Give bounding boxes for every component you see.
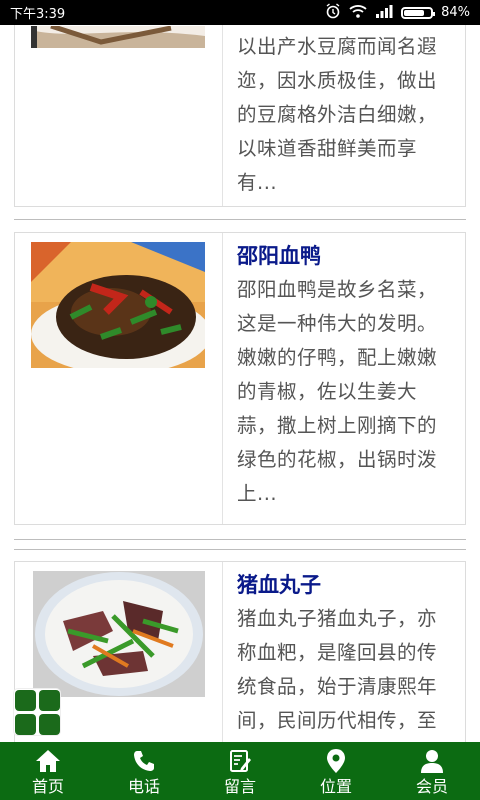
desc-line: 上... xyxy=(237,482,278,505)
nav-home[interactable]: 首页 xyxy=(0,742,96,800)
article-desc: 猪血丸子猪血丸子，亦 称血粑，是隆回县的传 统食品，始于清康熙年 间，民间历代相… xyxy=(237,602,455,738)
article-text: 猪血丸子 猪血丸子猪血丸子，亦 称血粑，是隆回县的传 统食品，始于清康熙年 间，… xyxy=(223,562,465,742)
article-image[interactable] xyxy=(31,26,205,48)
article-text: 以出产水豆腐而闻名遐 迩，因水质极佳，做出 的豆腐格外洁白细嫩， 以味道香甜鲜美… xyxy=(223,25,465,206)
desc-line: 蒜，撒上树上刚摘下的 xyxy=(237,414,438,437)
grid-cell xyxy=(38,689,60,711)
grid-cell xyxy=(14,689,36,711)
status-time: 下午3:39 xyxy=(10,7,66,22)
battery-icon xyxy=(401,6,436,19)
article-image[interactable] xyxy=(33,571,205,697)
article-desc: 邵阳血鸭是故乡名菜， 这是一种伟大的发明。 嫩嫩的仔鸭，配上嫩嫩 的青椒，佐以生… xyxy=(237,273,455,511)
divider xyxy=(14,539,466,540)
article-image[interactable] xyxy=(31,242,205,368)
article-list: 以出产水豆腐而闻名遐 迩，因水质极佳，做出 的豆腐格外洁白细嫩， 以味道香甜鲜美… xyxy=(0,25,480,742)
desc-line: 的青椒，佐以生姜大 xyxy=(237,380,418,403)
article-text: 邵阳血鸭 邵阳血鸭是故乡名菜， 这是一种伟大的发明。 嫩嫩的仔鸭，配上嫩嫩 的青… xyxy=(223,233,465,524)
nav-label: 留言 xyxy=(223,776,256,796)
desc-line: 这是一种伟大的发明。 xyxy=(237,312,438,335)
home-icon xyxy=(34,747,62,775)
article-title[interactable]: 猪血丸子 xyxy=(237,568,455,602)
desc-line: 的豆腐格外洁白细嫩， xyxy=(237,103,438,126)
battery-percent: 84% xyxy=(441,5,470,20)
nav-label: 会员 xyxy=(415,776,448,796)
desc-line: 邵阳血鸭是故乡名菜， xyxy=(237,278,438,301)
desc-line: 嫩嫩的仔鸭，配上嫩嫩 xyxy=(237,346,438,369)
desc-line: 迩，因水质极佳，做出 xyxy=(237,69,438,92)
phone-icon xyxy=(130,747,158,775)
divider xyxy=(14,219,466,220)
desc-line: 称血粑，是隆回县的传 xyxy=(237,641,438,664)
nav-label: 首页 xyxy=(31,776,64,796)
alarm-icon xyxy=(325,2,341,23)
wifi-icon xyxy=(349,4,367,22)
grid-menu-button[interactable] xyxy=(14,689,60,735)
article-title[interactable]: 邵阳血鸭 xyxy=(237,239,455,273)
article-card[interactable]: 以出产水豆腐而闻名遐 迩，因水质极佳，做出 的豆腐格外洁白细嫩， 以味道香甜鲜美… xyxy=(14,25,466,207)
article-card[interactable]: 猪血丸子 猪血丸子猪血丸子，亦 称血粑，是隆回县的传 统食品，始于清康熙年 间，… xyxy=(14,561,466,742)
article-image-col xyxy=(15,233,223,524)
desc-line: 以出产水豆腐而闻名遐 xyxy=(237,35,438,58)
user-icon xyxy=(418,747,446,775)
nav-phone[interactable]: 电话 xyxy=(96,742,192,800)
signal-icon xyxy=(375,4,393,22)
desc-line: 统食品，始于清康熙年 xyxy=(237,675,438,698)
desc-line: 绿色的花椒，出锅时泼 xyxy=(237,448,438,471)
article-image-col xyxy=(15,25,223,206)
message-edit-icon xyxy=(226,747,254,775)
desc-line: 有... xyxy=(237,171,278,194)
nav-label: 位置 xyxy=(319,776,352,796)
article-card[interactable]: 邵阳血鸭 邵阳血鸭是故乡名菜， 这是一种伟大的发明。 嫩嫩的仔鸭，配上嫩嫩 的青… xyxy=(14,232,466,525)
location-pin-icon xyxy=(322,747,350,775)
article-desc: 以出产水豆腐而闻名遐 迩，因水质极佳，做出 的豆腐格外洁白细嫩， 以味道香甜鲜美… xyxy=(237,30,455,200)
nav-location[interactable]: 位置 xyxy=(288,742,384,800)
bottom-nav: 首页 电话 留言 位置 会员 xyxy=(0,742,480,800)
desc-line: 以味道香甜鲜美而享 xyxy=(237,137,418,160)
grid-cell xyxy=(14,713,36,735)
desc-line: 猪血丸子猪血丸子，亦 xyxy=(237,607,438,630)
divider xyxy=(14,549,466,550)
status-bar: 下午3:39 84% xyxy=(0,0,480,25)
nav-member[interactable]: 会员 xyxy=(384,742,480,800)
grid-cell xyxy=(38,713,60,735)
nav-message[interactable]: 留言 xyxy=(192,742,288,800)
desc-line: 间，民间历代相传，至 xyxy=(237,709,438,732)
nav-label: 电话 xyxy=(127,776,160,796)
